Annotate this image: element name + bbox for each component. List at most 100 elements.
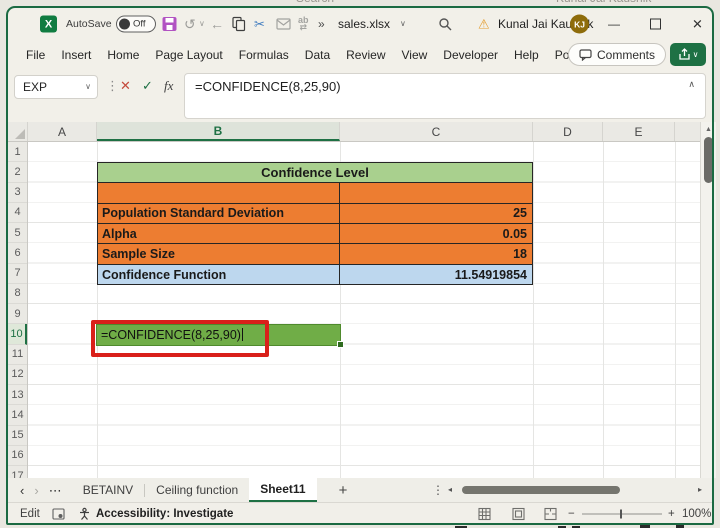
accessibility-icon[interactable]	[78, 507, 91, 520]
column-header-b[interactable]: B	[97, 122, 340, 141]
table-cell[interactable]	[98, 183, 339, 202]
tab-home[interactable]: Home	[99, 40, 147, 70]
column-header-e[interactable]: E	[603, 122, 675, 141]
normal-view-icon[interactable]	[478, 507, 491, 520]
formula-text: =CONFIDENCE(8,25,90)	[195, 79, 341, 94]
tab-data[interactable]: Data	[297, 40, 338, 70]
zoom-slider[interactable]	[582, 513, 662, 514]
avatar[interactable]: KJ	[570, 14, 589, 34]
warning-icon[interactable]: ⚠	[478, 18, 490, 31]
scroll-up-icon[interactable]: ▲	[701, 126, 716, 133]
table-cell[interactable]: 18	[339, 244, 532, 264]
row-header-13[interactable]: 13	[8, 385, 27, 406]
table-cell[interactable]: Sample Size	[98, 244, 339, 263]
maximize-button[interactable]	[650, 18, 661, 30]
accessibility-status[interactable]: Accessibility: Investigate	[96, 508, 233, 520]
add-sheet-button[interactable]: +	[339, 482, 348, 499]
collapse-formula-bar-icon[interactable]: ∧	[688, 79, 695, 90]
column-header-a[interactable]: A	[28, 122, 97, 141]
copy-icon[interactable]	[232, 16, 246, 32]
minimize-button[interactable]: —	[608, 18, 620, 30]
tab-help[interactable]: Help	[506, 40, 547, 70]
zoom-slider-thumb[interactable]	[620, 509, 622, 518]
worksheet-grid[interactable]: 1 2 3 4 5 6 7 8 9 10 11 12 13 14 15 16 1…	[8, 142, 700, 487]
table-cell[interactable]	[339, 183, 532, 203]
close-button[interactable]: ✕	[692, 18, 703, 31]
row-header-4[interactable]: 4	[8, 203, 27, 223]
search-icon[interactable]	[438, 17, 452, 31]
table-cell[interactable]: Confidence Function	[98, 265, 339, 284]
column-header-partial[interactable]	[675, 122, 700, 141]
formula-input[interactable]: =CONFIDENCE(8,25,90) ∧	[184, 73, 706, 119]
row-header-8[interactable]: 8	[8, 284, 27, 304]
row-header-3[interactable]: 3	[8, 183, 27, 203]
tab-file[interactable]: File	[18, 40, 53, 70]
save-icon[interactable]	[162, 17, 177, 32]
fill-handle[interactable]	[337, 341, 344, 348]
page-break-view-icon[interactable]	[544, 507, 557, 520]
tab-formulas[interactable]: Formulas	[231, 40, 297, 70]
vertical-scrollbar[interactable]: ▲	[700, 122, 716, 478]
macro-record-icon[interactable]	[52, 507, 65, 520]
sheet-prev-icon[interactable]: ‹	[20, 484, 24, 497]
name-box-chevron-icon[interactable]: ∨	[85, 83, 91, 91]
horizontal-scrollbar-thumb[interactable]	[462, 486, 620, 494]
sheet-tab-sheet11[interactable]: Sheet11	[249, 478, 317, 502]
row-header-15[interactable]: 15	[8, 426, 27, 446]
sheet-options-dots-icon[interactable]: ⋮	[432, 483, 444, 497]
cut-icon[interactable]: ✂	[254, 18, 265, 31]
tab-developer[interactable]: Developer	[435, 40, 506, 70]
tab-page-layout[interactable]: Page Layout	[147, 40, 230, 70]
file-name-chevron-icon[interactable]: ∨	[400, 20, 406, 28]
formula-bar-row: EXP ∨ ⋮ ✕ ✓ fx =CONFIDENCE(8,25,90) ∧	[8, 70, 712, 122]
row-header-5[interactable]: 5	[8, 223, 27, 244]
page-layout-view-icon[interactable]	[512, 507, 525, 520]
column-header-c[interactable]: C	[340, 122, 533, 141]
row-header-6[interactable]: 6	[8, 243, 27, 264]
insert-function-button[interactable]: fx	[164, 79, 173, 92]
undo-chevron-icon[interactable]: ∨	[199, 20, 205, 28]
file-name[interactable]: sales.xlsx	[338, 17, 390, 31]
scroll-left-icon[interactable]: ◂	[448, 486, 452, 494]
autosave-toggle[interactable]: Off	[116, 15, 156, 33]
horizontal-scrollbar[interactable]: ◂ ▸	[448, 485, 704, 495]
row-header-16[interactable]: 16	[8, 446, 27, 466]
tab-review[interactable]: Review	[338, 40, 393, 70]
zoom-out-button[interactable]: −	[568, 508, 575, 520]
table-cell[interactable]: 25	[339, 203, 532, 224]
sheet-next-icon[interactable]: ›	[34, 484, 38, 497]
row-header-7[interactable]: 7	[8, 264, 27, 284]
table-cell[interactable]: 0.05	[339, 224, 532, 244]
quick-access-overflow-icon[interactable]: »	[318, 17, 325, 31]
comments-button[interactable]: Comments	[567, 43, 666, 66]
back-arrow-icon[interactable]: ←	[210, 17, 224, 31]
scroll-right-icon[interactable]: ▸	[698, 486, 702, 494]
row-header-11[interactable]: 11	[8, 345, 27, 365]
cancel-button[interactable]: ✕	[120, 79, 131, 92]
column-header-d[interactable]: D	[533, 122, 603, 141]
enter-button[interactable]: ✓	[142, 79, 153, 92]
tab-view[interactable]: View	[394, 40, 436, 70]
zoom-in-button[interactable]: +	[668, 508, 675, 520]
row-header-14[interactable]: 14	[8, 405, 27, 426]
sheet-tab-ceiling-function[interactable]: Ceiling function	[145, 478, 249, 502]
row-header-1[interactable]: 1	[8, 142, 27, 163]
table-cell[interactable]: Population Standard Deviation	[98, 204, 339, 223]
row-header-2[interactable]: 2	[8, 162, 27, 183]
sheet-more-icon[interactable]: ⋯	[49, 484, 62, 497]
zoom-level[interactable]: 100%	[682, 508, 711, 520]
undo-icon[interactable]: ↺	[184, 17, 196, 31]
row-header-12[interactable]: 12	[8, 365, 27, 385]
row-header-10[interactable]: 10	[8, 324, 27, 345]
table-cell[interactable]: 11.54919854	[339, 264, 532, 285]
sheet-tab-betainv[interactable]: BETAINV	[72, 478, 144, 502]
table-title-cell[interactable]: Confidence Level	[98, 163, 532, 183]
table-cell[interactable]: Alpha	[98, 224, 339, 243]
name-box[interactable]: EXP ∨	[14, 75, 98, 99]
vertical-scrollbar-thumb[interactable]	[704, 137, 713, 183]
share-button[interactable]: ∨	[670, 43, 706, 66]
row-header-9[interactable]: 9	[8, 304, 27, 325]
autosave-state: Off	[133, 18, 146, 30]
select-all-button[interactable]	[8, 122, 28, 141]
tab-insert[interactable]: Insert	[53, 40, 99, 70]
